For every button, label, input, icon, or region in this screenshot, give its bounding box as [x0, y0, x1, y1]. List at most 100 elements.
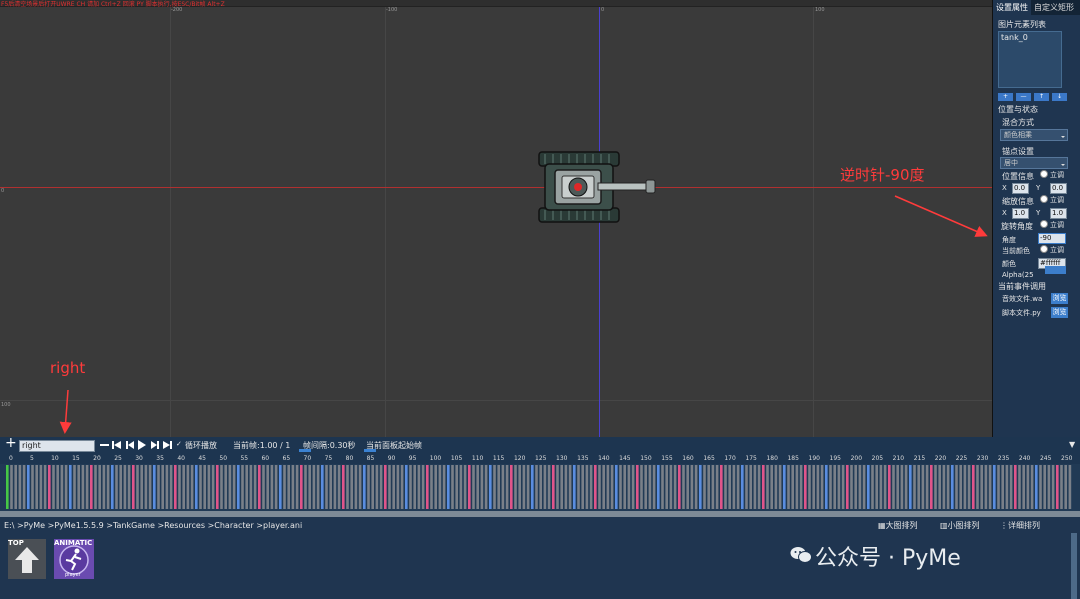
frame-cell[interactable] — [745, 465, 748, 509]
frame-cell[interactable] — [661, 465, 664, 509]
frame-cell[interactable] — [379, 465, 383, 509]
frame-cell[interactable] — [220, 465, 223, 509]
frame-cell[interactable] — [1026, 465, 1030, 509]
frame-cell[interactable] — [60, 465, 64, 509]
frame-cell[interactable] — [161, 465, 164, 509]
frame-cell[interactable] — [568, 465, 572, 509]
frame-cell[interactable] — [64, 465, 68, 509]
blend-mode-select[interactable]: 颜色相乘 — [1000, 129, 1068, 141]
frame-cell[interactable] — [90, 465, 93, 509]
frame-cell[interactable] — [237, 465, 240, 509]
browser-scrollbar[interactable] — [1071, 533, 1077, 599]
frame-cell[interactable] — [35, 465, 38, 509]
frame-cell[interactable] — [518, 465, 521, 509]
frame-cell[interactable] — [598, 465, 601, 509]
frame-cell[interactable] — [934, 465, 937, 509]
frame-cell[interactable] — [573, 465, 576, 509]
frame-cell[interactable] — [316, 465, 320, 509]
play-icon[interactable] — [138, 440, 146, 450]
frame-cell[interactable] — [342, 465, 345, 509]
frame-cell[interactable] — [455, 465, 458, 509]
frame-cell[interactable] — [606, 465, 610, 509]
frame-cell[interactable] — [724, 465, 727, 509]
prev-frame-icon[interactable] — [126, 441, 134, 449]
frame-cell[interactable] — [266, 465, 269, 509]
frame-cell[interactable] — [623, 465, 626, 509]
frame-cell[interactable] — [556, 465, 559, 509]
frame-cell[interactable] — [119, 465, 122, 509]
frame-cell[interactable] — [707, 465, 710, 509]
frame-cell[interactable] — [405, 465, 408, 509]
frame-cell[interactable] — [421, 465, 425, 509]
frame-cell[interactable] — [648, 465, 652, 509]
frame-cell[interactable] — [657, 465, 660, 509]
frame-cell[interactable] — [463, 465, 467, 509]
frame-cell[interactable] — [913, 465, 916, 509]
frame-cell[interactable] — [728, 465, 731, 509]
frame-cell[interactable] — [1051, 465, 1055, 509]
browse-script-button[interactable]: 浏览 — [1051, 307, 1068, 318]
frame-cell[interactable] — [665, 465, 668, 509]
frame-cell[interactable] — [363, 465, 366, 509]
frame-cell[interactable] — [270, 465, 274, 509]
scene-viewport[interactable]: F5后清空场景后打开UWRE CH 请加 Ctrl+Z 回滚 PY 脚本执行,按… — [0, 0, 992, 437]
frame-cell[interactable] — [552, 465, 555, 509]
animation-select[interactable]: right — [19, 440, 95, 452]
frame-cell[interactable] — [816, 465, 820, 509]
frame-cell[interactable] — [778, 465, 782, 509]
frame-cell[interactable] — [283, 465, 286, 509]
view-large-option[interactable]: ▦大图排列 — [878, 520, 918, 531]
frame-cell[interactable] — [207, 465, 211, 509]
frame-cell[interactable] — [157, 465, 160, 509]
frame-cell[interactable] — [329, 465, 332, 509]
frame-cell[interactable] — [69, 465, 72, 509]
frame-cell[interactable] — [804, 465, 807, 509]
frame-cell[interactable] — [715, 465, 719, 509]
frame-cell[interactable] — [430, 465, 433, 509]
frame-cell[interactable] — [1014, 465, 1017, 509]
frame-cell[interactable] — [930, 465, 933, 509]
frame-cell[interactable] — [31, 465, 34, 509]
frame-cell[interactable] — [774, 465, 778, 509]
tab-custom-rect[interactable]: 自定义矩形 — [1031, 0, 1077, 15]
add-element-button[interactable]: + — [998, 93, 1013, 101]
frame-cell[interactable] — [644, 465, 647, 509]
frame-cell[interactable] — [1068, 465, 1072, 509]
last-frame-icon[interactable] — [163, 441, 172, 449]
frame-cell[interactable] — [1005, 465, 1009, 509]
frame-cell[interactable] — [904, 465, 908, 509]
frame-cell[interactable] — [413, 465, 416, 509]
frame-cell[interactable] — [703, 465, 706, 509]
frame-cell[interactable] — [279, 465, 282, 509]
move-down-button[interactable]: ↓ — [1052, 93, 1067, 101]
position-y-input[interactable]: 0.0 — [1050, 183, 1067, 194]
frame-cell[interactable] — [232, 465, 236, 509]
collapse-timeline-icon[interactable]: ▼ — [1069, 440, 1075, 449]
frame-cell[interactable] — [732, 465, 736, 509]
frame-cell[interactable] — [211, 465, 215, 509]
view-small-option[interactable]: ▥小图排列 — [940, 520, 980, 531]
first-frame-icon[interactable] — [112, 441, 121, 449]
angle-input[interactable]: -90 — [1038, 233, 1066, 244]
frame-cell[interactable] — [304, 465, 307, 509]
frame-cell[interactable] — [736, 465, 740, 509]
frame-cell[interactable] — [333, 465, 337, 509]
frame-cell[interactable] — [837, 465, 841, 509]
frame-cell[interactable] — [757, 465, 761, 509]
anchor-select[interactable]: 居中 — [1000, 157, 1068, 169]
frame-cell[interactable] — [451, 465, 454, 509]
frame-cell[interactable] — [14, 465, 17, 509]
frame-cell[interactable] — [720, 465, 723, 509]
frame-cell[interactable] — [392, 465, 395, 509]
frame-cell[interactable] — [384, 465, 387, 509]
frame-cell[interactable] — [619, 465, 622, 509]
frame-cell[interactable] — [631, 465, 635, 509]
remove-frame-icon[interactable] — [100, 444, 109, 446]
frame-cell[interactable] — [694, 465, 698, 509]
frame-cell[interactable] — [1056, 465, 1059, 509]
frame-cell[interactable] — [350, 465, 353, 509]
frame-cell[interactable] — [1009, 465, 1013, 509]
frame-cell[interactable] — [539, 465, 542, 509]
frame-cell[interactable] — [921, 465, 925, 509]
frame-cell[interactable] — [489, 465, 492, 509]
